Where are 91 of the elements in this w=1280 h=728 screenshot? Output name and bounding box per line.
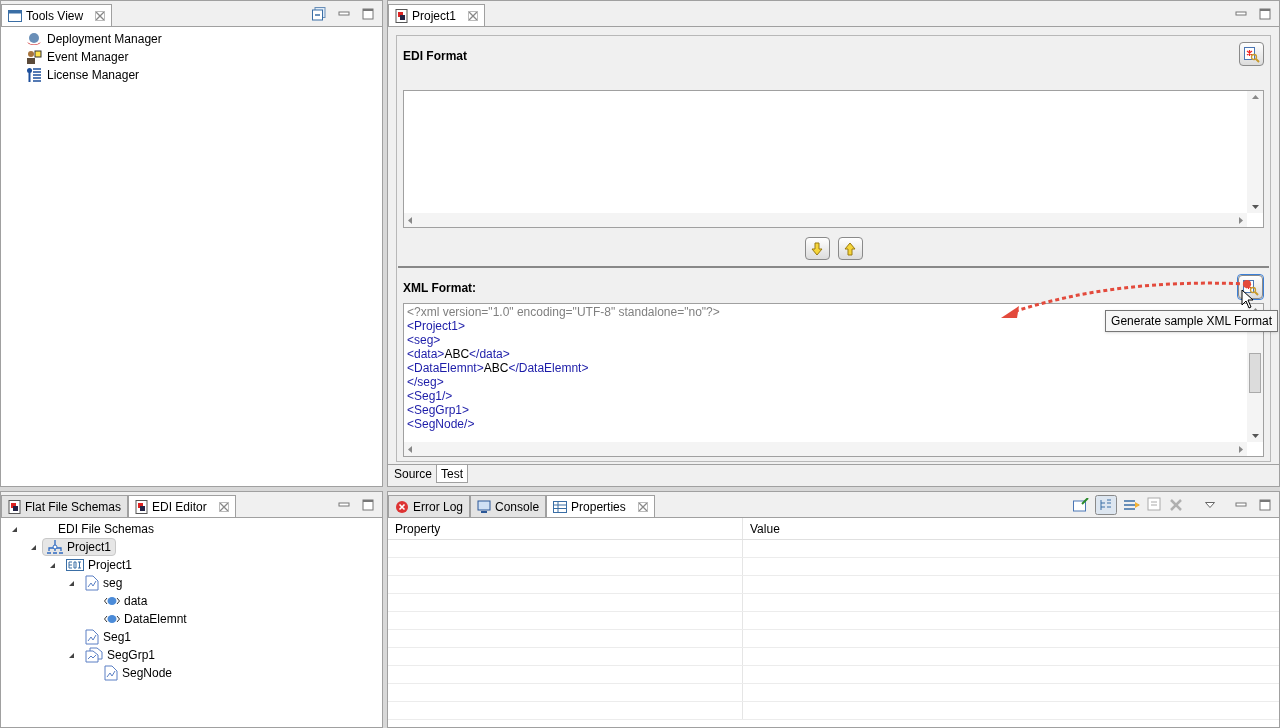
hierarchy-icon (47, 539, 63, 555)
expander-icon[interactable] (49, 561, 56, 569)
column-header[interactable]: Property (388, 518, 743, 539)
tree-item[interactable]: data (99, 592, 153, 610)
move-down-button[interactable] (804, 237, 830, 260)
view-menu-icon[interactable] (1205, 501, 1215, 508)
tab[interactable]: Test (436, 465, 469, 483)
collapse-icon[interactable] (312, 6, 326, 21)
expander-icon[interactable] (30, 543, 37, 551)
column-header[interactable]: Value (743, 518, 1279, 539)
expander-icon[interactable] (11, 525, 18, 533)
tab[interactable]: Flat File Schemas (1, 495, 129, 517)
move-up-button[interactable] (837, 237, 863, 260)
tree-item[interactable]: Project1 (42, 538, 117, 556)
expander-icon[interactable] (68, 579, 75, 587)
code-line: </seg> (407, 375, 444, 389)
tree-item[interactable]: DataElemnt (99, 610, 192, 628)
tree-item[interactable]: Seg1 (80, 628, 137, 646)
tab[interactable]: Source (390, 465, 437, 483)
tab[interactable]: Project1 (388, 4, 486, 26)
scrollbar-thumb[interactable] (1249, 353, 1261, 393)
code-line: <SegNode/> (407, 417, 475, 431)
scroll-up-icon[interactable] (1251, 95, 1259, 99)
minimize-icon[interactable] (1235, 500, 1247, 509)
document-icon (135, 499, 149, 514)
page-icon (85, 629, 99, 645)
pages-icon (85, 647, 103, 663)
edi-icon (66, 559, 84, 571)
tree-item[interactable]: seg (80, 574, 128, 592)
tab[interactable]: Console (470, 495, 547, 517)
window-icon (8, 9, 22, 22)
tab[interactable]: Error Log (388, 495, 471, 517)
code-line: <DataElemnt>ABC</DataElemnt> (407, 361, 589, 375)
tool-item[interactable]: Deployment Manager (26, 30, 382, 48)
code-line: <?xml version="1.0" encoding="UTF-8" standalone="no"?> (407, 305, 720, 319)
table-icon (553, 500, 568, 513)
element-icon (104, 614, 120, 624)
error-icon (395, 499, 409, 514)
close-icon[interactable] (637, 501, 648, 512)
tab[interactable]: EDI Editor (128, 495, 236, 517)
maximize-icon[interactable] (362, 7, 374, 20)
close-icon[interactable] (95, 10, 106, 21)
section-title: EDI Format (403, 48, 467, 65)
close-icon[interactable] (468, 10, 479, 21)
maximize-icon[interactable] (362, 498, 374, 511)
document-search-icon (1243, 45, 1260, 63)
globe-icon (26, 32, 42, 46)
horizontal-scrollbar[interactable] (404, 442, 1247, 456)
scroll-down-icon[interactable] (1251, 434, 1259, 438)
code-line: <Project1> (407, 319, 466, 333)
element-icon (104, 596, 120, 606)
expander-icon[interactable] (68, 651, 75, 659)
close-icon[interactable] (218, 501, 229, 512)
page-icon (104, 665, 118, 681)
person-icon (26, 49, 42, 65)
tab[interactable]: Properties (546, 495, 655, 517)
code-line: <data>ABC</data> (407, 347, 510, 361)
up-arrow-icon (844, 241, 856, 256)
down-arrow-icon (811, 241, 823, 256)
tooltip: Generate sample XML Format (1105, 310, 1278, 332)
scroll-right-icon[interactable] (1239, 216, 1243, 224)
tab[interactable]: Tools View (1, 4, 113, 26)
tree-item[interactable]: EDI File Schemas (23, 520, 160, 538)
tree-item[interactable]: SegGrp1 (80, 646, 161, 664)
tree-item[interactable]: SegNode (99, 664, 178, 682)
maximize-icon[interactable] (1259, 498, 1271, 511)
monitor-icon (477, 499, 492, 514)
key-list-icon (26, 67, 42, 83)
generate-button[interactable] (1239, 42, 1264, 66)
document-icon (395, 8, 408, 23)
scroll-right-icon[interactable] (1239, 445, 1243, 453)
code-line: <SegGrp1> (407, 403, 470, 417)
tree-view-icon[interactable] (1095, 494, 1117, 515)
page-icon (85, 575, 99, 591)
minimize-icon[interactable] (338, 500, 350, 509)
minimize-icon[interactable] (338, 9, 350, 18)
scroll-down-icon[interactable] (1251, 205, 1259, 209)
delete-icon[interactable] (1169, 497, 1183, 512)
tool-item[interactable]: Event Manager (26, 48, 382, 66)
minimize-icon[interactable] (1235, 9, 1247, 18)
tool-item[interactable]: License Manager (26, 66, 382, 84)
document-icon (8, 499, 21, 514)
code-line: <seg> (407, 333, 441, 347)
scroll-left-icon[interactable] (408, 216, 412, 224)
vertical-scrollbar[interactable] (1247, 91, 1263, 213)
horizontal-scrollbar[interactable] (404, 213, 1247, 227)
code-line: <Seg1/> (407, 389, 453, 403)
scroll-left-icon[interactable] (408, 445, 412, 453)
section-title: XML Format: (403, 280, 477, 297)
tree-item[interactable]: Project1 (61, 556, 138, 574)
maximize-icon[interactable] (1259, 7, 1271, 20)
